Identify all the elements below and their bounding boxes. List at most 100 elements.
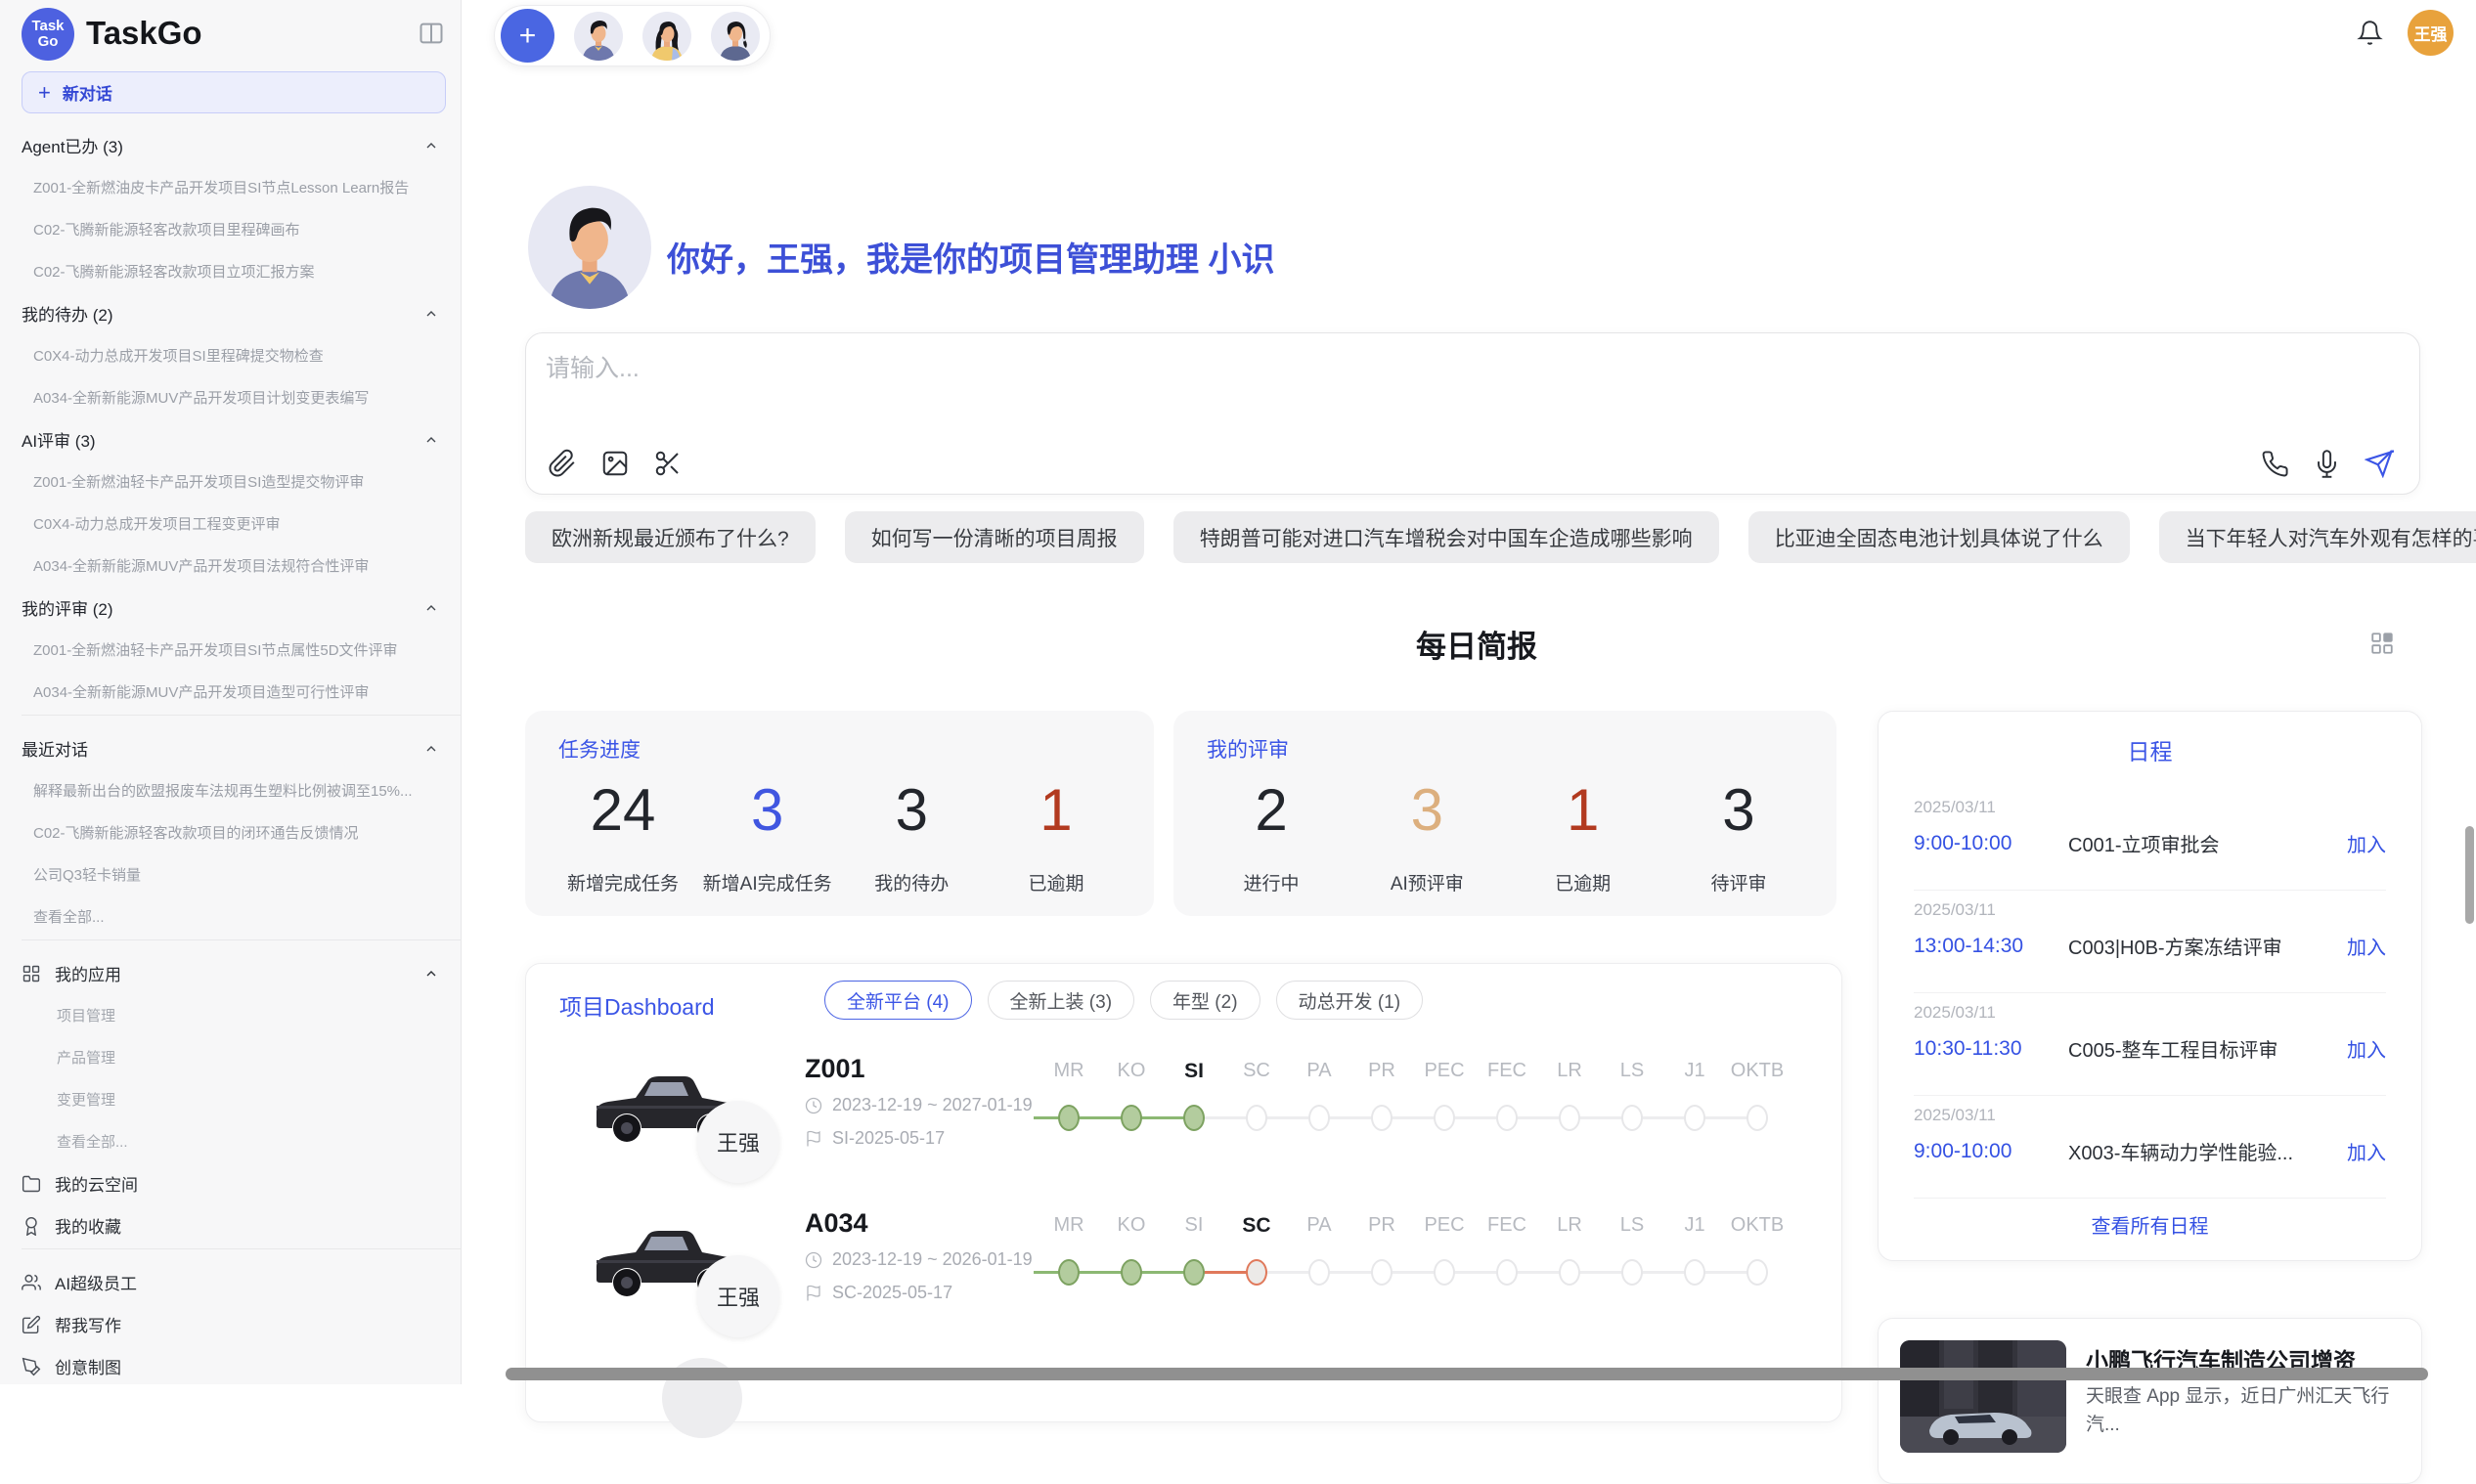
schedule-event: 2025/03/11 10:30-11:30 C005-整车工程目标评审 加入 [1914, 993, 2386, 1096]
collapse-sidebar-icon[interactable] [418, 20, 445, 47]
add-member-button[interactable]: + [501, 9, 554, 63]
join-link[interactable]: 加入 [2347, 1137, 2386, 1165]
sidebar-recent-header[interactable]: 最近对话 [22, 727, 461, 769]
dashboard-filter-chip[interactable]: 年型 (2) [1150, 981, 1260, 1020]
recent-conversation-item[interactable]: 解释最新出台的欧盟报废车法规再生塑料比例被调至15%... [22, 769, 461, 811]
sidebar-task-item[interactable]: C0X4-动力总成开发项目工程变更评审 [22, 502, 461, 545]
milestone-dot[interactable] [1746, 1259, 1768, 1286]
app-sub-item[interactable]: 产品管理 [22, 1036, 461, 1078]
sidebar-task-item[interactable]: C02-飞腾新能源轻客改款项目立项汇报方案 [22, 250, 461, 292]
news-snippet: 天眼查 App 显示，近日广州汇天飞行汽... [2086, 1383, 2401, 1439]
sidebar-section-header[interactable]: 我的评审 (2) [22, 587, 461, 629]
suggestion-chip[interactable]: 当下年轻人对汽车外观有怎样的喜好趋势 [2159, 511, 2476, 563]
milestone-dot[interactable] [1496, 1105, 1518, 1131]
horizontal-scrollbar[interactable] [506, 1368, 2428, 1380]
microphone-icon[interactable] [2313, 450, 2341, 478]
suggestion-chip[interactable]: 比亚迪全固态电池计划具体说了什么 [1748, 511, 2130, 563]
milestone-dot[interactable] [1684, 1259, 1705, 1286]
sidebar-item[interactable]: 我的云空间 [22, 1162, 461, 1204]
milestone-dot[interactable] [1308, 1259, 1330, 1286]
member-avatar[interactable] [574, 12, 623, 61]
sidebar-item[interactable]: 我的收藏 [22, 1204, 461, 1246]
sidebar-task-item[interactable]: A034-全新新能源MUV产品开发项目计划变更表编写 [22, 376, 461, 418]
join-link[interactable]: 加入 [2347, 829, 2386, 857]
dashboard-filter-chip[interactable]: 动总开发 (1) [1276, 981, 1424, 1020]
sidebar-item-my-apps[interactable]: 我的应用 [22, 952, 461, 994]
event-date: 2025/03/11 [1914, 1106, 1996, 1125]
notification-bell-icon[interactable] [2357, 20, 2383, 46]
milestone-dot[interactable] [1496, 1259, 1518, 1286]
suggestion-chip[interactable]: 特朗普可能对进口汽车增税会对中国车企造成哪些影响 [1173, 511, 1719, 563]
send-icon[interactable] [2365, 449, 2394, 478]
recent-conversation-item[interactable]: 公司Q3轻卡销量 [22, 853, 461, 895]
member-avatar[interactable] [711, 12, 760, 61]
clock-icon [805, 1097, 822, 1114]
sidebar-item[interactable]: AI超级员工 [22, 1261, 461, 1303]
scissors-icon[interactable] [653, 449, 683, 478]
schedule-event: 2025/03/11 9:00-10:00 X003-车辆动力学性能验... 加… [1914, 1096, 2386, 1199]
milestone-dot[interactable] [1183, 1259, 1205, 1286]
milestone-dot[interactable] [1621, 1259, 1643, 1286]
project-row[interactable]: 王强 Z001 2023-12-19 ~ 2027-01-19 SI-2025-… [526, 1052, 1841, 1208]
milestone-dot[interactable] [1559, 1105, 1580, 1131]
milestone-dot[interactable] [1621, 1105, 1643, 1131]
milestone-label: MR [1038, 1214, 1100, 1237]
milestone-dot[interactable] [1246, 1105, 1267, 1131]
milestone-dot[interactable] [1121, 1259, 1142, 1286]
join-link[interactable]: 加入 [2347, 1034, 2386, 1063]
dashboard-filter-chip[interactable]: 全新平台 (4) [824, 981, 972, 1020]
sidebar-task-item[interactable]: C02-飞腾新能源轻客改款项目里程碑画布 [22, 208, 461, 250]
milestone-dot[interactable] [1434, 1259, 1455, 1286]
project-flag-date: SC-2025-05-17 [805, 1283, 952, 1303]
attach-icon[interactable] [548, 449, 577, 478]
milestone-dot[interactable] [1371, 1105, 1393, 1131]
project-row[interactable]: 王强 A034 2023-12-19 ~ 2026-01-19 SC-2025-… [526, 1206, 1841, 1363]
sidebar-task-item[interactable]: Z001-全新燃油皮卡产品开发项目SI节点Lesson Learn报告 [22, 166, 461, 208]
milestone-dot[interactable] [1371, 1259, 1393, 1286]
news-card[interactable]: 小鹏飞行汽车制造公司增资 天眼查 App 显示，近日广州汇天飞行汽... [1878, 1318, 2422, 1484]
view-all-schedule-link[interactable]: 查看所有日程 [1879, 1210, 2421, 1239]
image-icon[interactable] [600, 449, 630, 478]
app-sub-item[interactable]: 项目管理 [22, 994, 461, 1036]
user-avatar[interactable]: 王强 [2408, 10, 2454, 56]
phone-icon[interactable] [2261, 450, 2289, 478]
recent-conversation-item[interactable]: C02-飞腾新能源轻客改款项目的闭环通告反馈情况 [22, 811, 461, 853]
sidebar-section-header[interactable]: Agent已办 (3) [22, 124, 461, 166]
stat-label: 已逾期 [1515, 869, 1652, 895]
join-link[interactable]: 加入 [2347, 932, 2386, 960]
new-chat-button[interactable]: + 新对话 [22, 71, 446, 113]
milestone-dot[interactable] [1308, 1105, 1330, 1131]
app-sub-item[interactable]: 变更管理 [22, 1078, 461, 1120]
recent-conversation-item[interactable]: 查看全部... [22, 895, 461, 938]
milestone-dot[interactable] [1121, 1105, 1142, 1131]
milestone-dot[interactable] [1559, 1259, 1580, 1286]
sidebar-task-item[interactable]: C0X4-动力总成开发项目SI里程碑提交物检查 [22, 334, 461, 376]
milestone-dot[interactable] [1058, 1259, 1080, 1286]
sidebar-task-item[interactable]: A034-全新新能源MUV产品开发项目法规符合性评审 [22, 545, 461, 587]
app-sub-item[interactable]: 查看全部... [22, 1120, 461, 1162]
sidebar-task-item[interactable]: Z001-全新燃油轻卡产品开发项目SI造型提交物评审 [22, 460, 461, 502]
milestone-dot[interactable] [1183, 1105, 1205, 1131]
milestone-dot[interactable] [1684, 1105, 1705, 1131]
sidebar-task-item[interactable]: Z001-全新燃油轻卡产品开发项目SI节点属性5D文件评审 [22, 629, 461, 671]
vertical-scrollbar[interactable] [2465, 826, 2474, 924]
stat-label: AI预评审 [1358, 869, 1495, 895]
member-avatar[interactable] [642, 12, 691, 61]
dashboard-filter-chip[interactable]: 全新上装 (3) [988, 981, 1135, 1020]
dashboard-title: 项目Dashboard [559, 988, 715, 1022]
milestone-dot[interactable] [1058, 1105, 1080, 1131]
stat: 24 新增完成任务 [554, 781, 691, 895]
plus-icon: + [38, 80, 51, 106]
chat-input[interactable] [546, 355, 1426, 383]
milestone-dot[interactable] [1246, 1259, 1267, 1286]
suggestion-chip[interactable]: 如何写一份清晰的项目周报 [845, 511, 1144, 563]
milestone-dot[interactable] [1746, 1105, 1768, 1131]
sidebar-item[interactable]: 创意制图 [22, 1345, 461, 1387]
milestone-dot[interactable] [1434, 1105, 1455, 1131]
brief-layout-icon[interactable] [2369, 631, 2395, 656]
sidebar-item[interactable]: 帮我写作 [22, 1303, 461, 1345]
sidebar-section-header[interactable]: 我的待办 (2) [22, 292, 461, 334]
sidebar-section-header[interactable]: AI评审 (3) [22, 418, 461, 460]
suggestion-chip[interactable]: 欧洲新规最近颁布了什么? [525, 511, 816, 563]
sidebar-task-item[interactable]: A034-全新新能源MUV产品开发项目造型可行性评审 [22, 671, 461, 713]
